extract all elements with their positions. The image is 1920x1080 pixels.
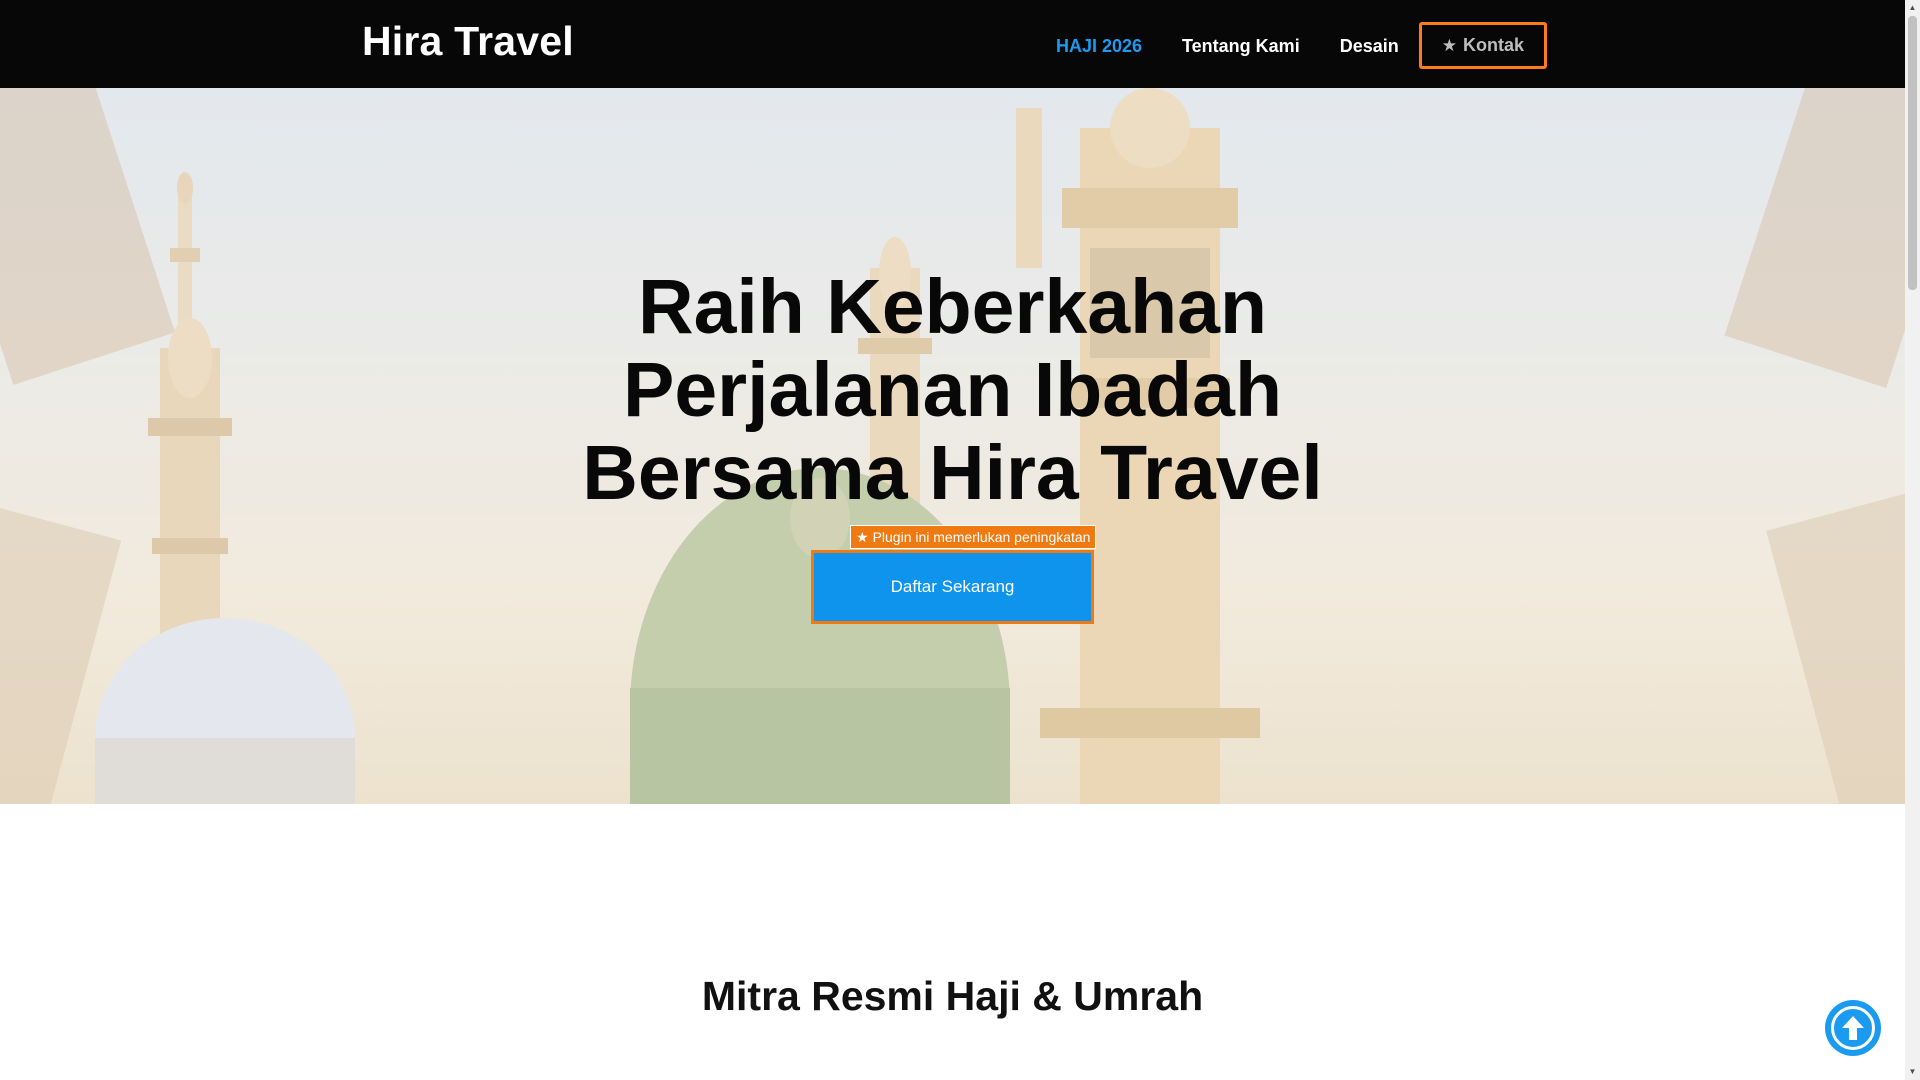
nav-item-haji-2026[interactable]: HAJI 2026 bbox=[1036, 24, 1162, 68]
back-to-top-button[interactable] bbox=[1825, 1000, 1881, 1056]
star-icon: ★ bbox=[1441, 35, 1457, 55]
section-title: Mitra Resmi Haji & Umrah bbox=[701, 973, 1204, 1019]
main-nav: HAJI 2026 Tentang Kami Desain ★ Kontak bbox=[1036, 22, 1547, 69]
hero-title-line-2: Perjalanan Ibadah bbox=[622, 347, 1282, 433]
kontak-button[interactable]: ★ Kontak bbox=[1418, 22, 1547, 69]
hero-title: Raih Keberkahan Perjalanan Ibadah Bersam… bbox=[0, 266, 1905, 515]
daftar-sekarang-label: Daftar Sekarang bbox=[890, 577, 1015, 596]
plugin-upgrade-notice: ★ Plugin ini memerlukan peningkatan bbox=[850, 525, 1097, 549]
nav-item-desain[interactable]: Desain bbox=[1320, 24, 1419, 68]
hero-title-line-3: Bersama Hira Travel bbox=[582, 430, 1323, 516]
arrow-up-circle-icon bbox=[1831, 1006, 1875, 1050]
nav-item-tentang-kami[interactable]: Tentang Kami bbox=[1162, 24, 1320, 68]
star-icon: ★ bbox=[856, 528, 869, 545]
daftar-sekarang-button[interactable]: Daftar Sekarang bbox=[811, 550, 1094, 624]
hero-section: Raih Keberkahan Perjalanan Ibadah Bersam… bbox=[0, 88, 1905, 804]
brand-logo-text[interactable]: Hira Travel bbox=[362, 18, 574, 65]
site-header: Hira Travel HAJI 2026 Tentang Kami Desai… bbox=[0, 0, 1905, 88]
scroll-up-arrow-icon[interactable]: ▲ bbox=[1908, 3, 1917, 13]
kontak-label: Kontak bbox=[1462, 35, 1524, 55]
scrollbar-thumb[interactable] bbox=[1908, 16, 1917, 290]
hero-title-line-1: Raih Keberkahan bbox=[637, 264, 1268, 350]
scroll-down-arrow-icon[interactable]: ▼ bbox=[1908, 1067, 1917, 1077]
plugin-upgrade-text: Plugin ini memerlukan peningkatan bbox=[872, 529, 1091, 545]
